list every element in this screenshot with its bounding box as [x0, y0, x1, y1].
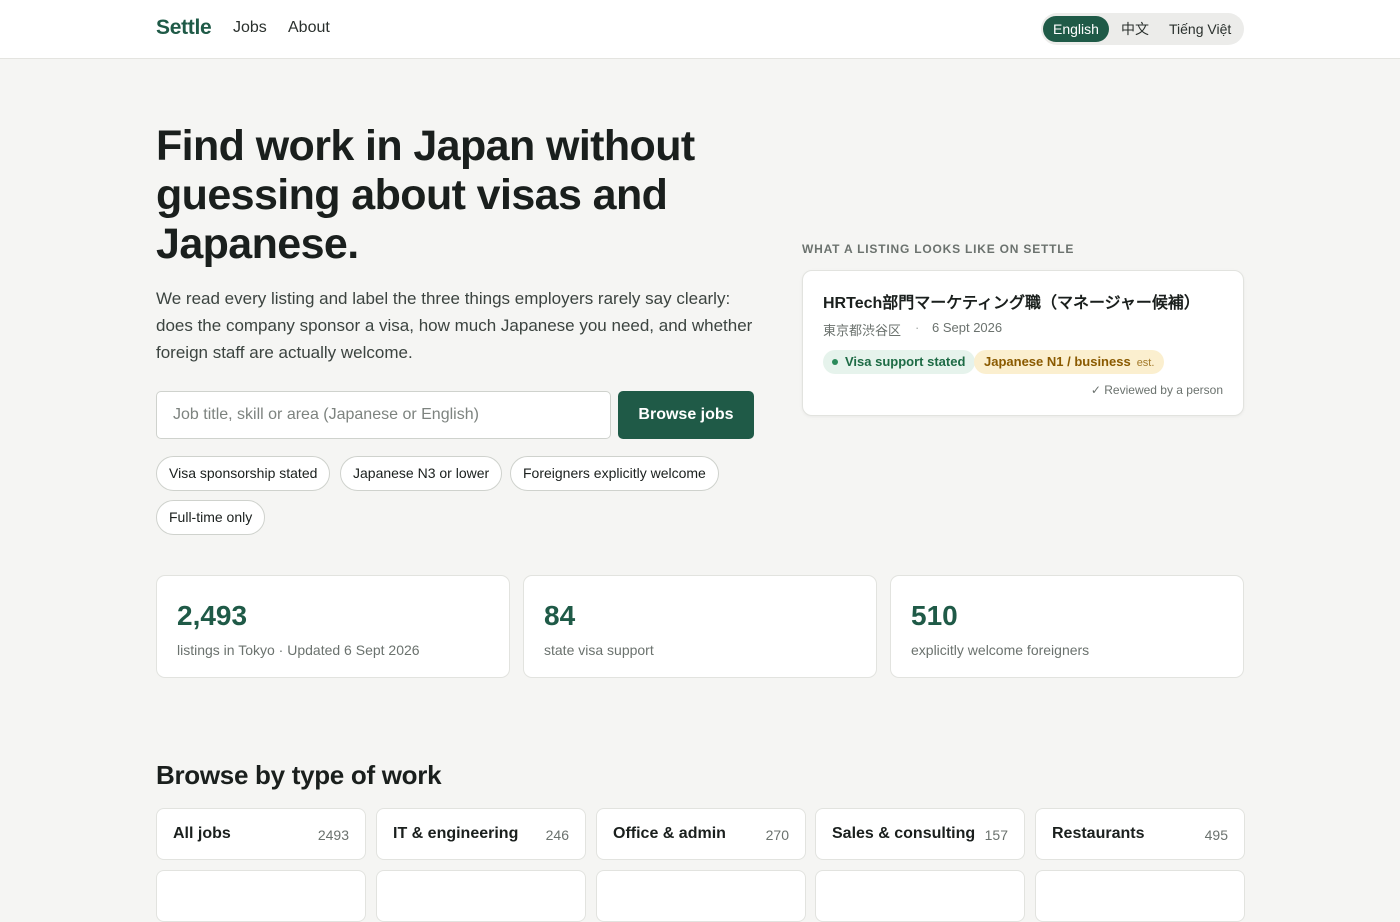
category-name: All jobs	[173, 825, 231, 842]
top-navigation-bar: Settle Jobs About English 中文 Tiếng Việt	[0, 0, 1400, 59]
japanese-level-badge-label: Japanese N1 / business	[984, 354, 1131, 369]
category-count: 495	[1204, 827, 1228, 843]
reviewed-by-person-note: ✓ Reviewed by a person	[1090, 383, 1223, 397]
browse-jobs-button[interactable]: Browse jobs	[618, 391, 754, 439]
stat-label: explicitly welcome foreigners	[911, 642, 1090, 658]
stat-label: state visa support	[544, 642, 654, 658]
category-card-partial[interactable]	[1035, 870, 1245, 922]
category-card-restaurants[interactable]: Restaurants 495	[1035, 808, 1245, 860]
category-card-partial[interactable]	[156, 870, 366, 922]
category-card-it-engineering[interactable]: IT & engineering 246	[376, 808, 586, 860]
language-option-chinese[interactable]: 中文	[1111, 16, 1159, 42]
category-card-office-admin[interactable]: Office & admin 270	[596, 808, 806, 860]
listing-meta-separator: ·	[915, 320, 920, 335]
nav-link-about[interactable]: About	[288, 19, 330, 37]
filter-chip-foreigners-welcome[interactable]: Foreigners explicitly welcome	[510, 456, 719, 491]
hero-title: Find work in Japan without guessing abou…	[156, 122, 695, 268]
category-card-partial[interactable]	[815, 870, 1025, 922]
japanese-level-badge: Japanese N1 / business est.	[974, 350, 1165, 374]
category-count: 246	[545, 827, 569, 843]
category-name: Office & admin	[613, 825, 726, 842]
category-count: 270	[765, 827, 789, 843]
nav-link-jobs[interactable]: Jobs	[233, 19, 267, 37]
category-name: Sales & consulting	[832, 825, 976, 842]
preview-section-label: WHAT A LISTING LOOKS LIKE ON SETTLE	[802, 242, 1075, 256]
category-name: Restaurants	[1052, 825, 1145, 842]
category-name: IT & engineering	[393, 825, 519, 842]
stat-value: 510	[911, 600, 958, 631]
language-option-english[interactable]: English	[1043, 16, 1109, 42]
stat-label: listings in Tokyo · Updated 6 Sept 2026	[177, 642, 420, 658]
brand-logo-link[interactable]: Settle	[156, 16, 212, 40]
visa-support-badge-label: Visa support stated	[845, 354, 966, 369]
category-card-partial[interactable]	[376, 870, 586, 922]
filter-chip-japanese-n3[interactable]: Japanese N3 or lower	[340, 456, 503, 491]
stat-card-visa-support: 84 state visa support	[523, 575, 877, 678]
language-switcher: English 中文 Tiếng Việt	[1041, 13, 1244, 45]
estimate-note: est.	[1136, 357, 1155, 369]
status-dot-icon	[832, 359, 838, 365]
listing-title: HRTech部門マーケティング職（マネージャー候補）	[823, 295, 1200, 312]
visa-support-badge: Visa support stated	[823, 350, 976, 374]
category-card-partial[interactable]	[596, 870, 806, 922]
browse-by-type-heading: Browse by type of work	[156, 760, 442, 790]
listing-date: 6 Sept 2026	[932, 320, 1003, 335]
category-count: 2493	[317, 827, 349, 843]
stat-value: 84	[544, 600, 576, 631]
filter-chip-full-time[interactable]: Full-time only	[156, 500, 266, 535]
listing-location: 東京都渋谷区	[823, 323, 902, 338]
language-option-vietnamese[interactable]: Tiếng Việt	[1159, 16, 1241, 42]
stat-value: 2,493	[177, 600, 248, 631]
stat-card-listings: 2,493 listings in Tokyo · Updated 6 Sept…	[156, 575, 510, 678]
category-card-sales-consulting[interactable]: Sales & consulting 157	[815, 808, 1025, 860]
stat-card-welcome-foreigners: 510 explicitly welcome foreigners	[890, 575, 1244, 678]
job-search-input[interactable]	[156, 391, 611, 439]
category-count: 157	[984, 827, 1008, 843]
sample-listing-card[interactable]: HRTech部門マーケティング職（マネージャー候補） 東京都渋谷区 · 6 Se…	[802, 270, 1244, 416]
category-card-all-jobs[interactable]: All jobs 2493	[156, 808, 366, 860]
hero-subtitle: We read every listing and label the thre…	[156, 289, 753, 362]
filter-chip-visa-sponsorship[interactable]: Visa sponsorship stated	[156, 456, 331, 491]
